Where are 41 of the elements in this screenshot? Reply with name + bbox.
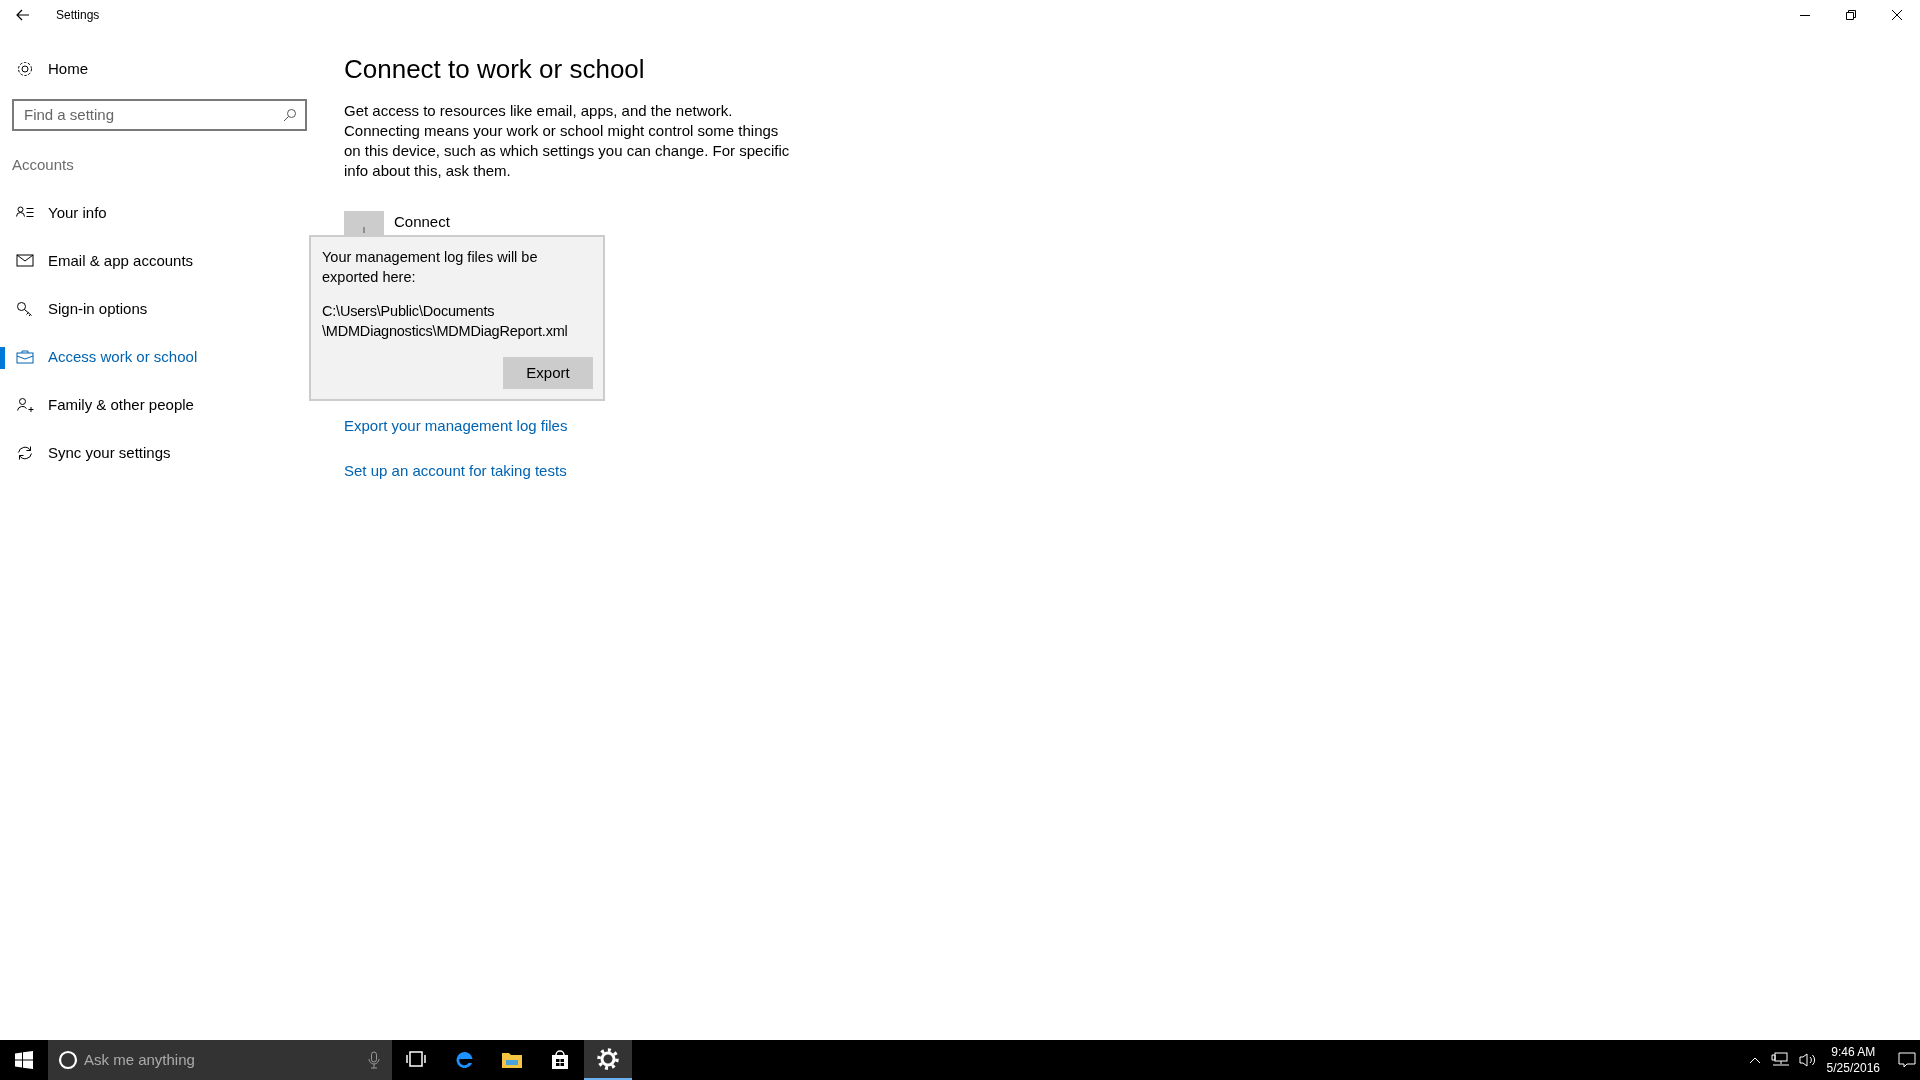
microphone-icon bbox=[368, 1051, 380, 1069]
taskbar-button[interactable] bbox=[584, 1040, 632, 1080]
page-heading: Connect to work or school bbox=[344, 54, 646, 86]
sidebar-item[interactable]: Your info bbox=[0, 189, 123, 237]
export-button[interactable]: Export bbox=[503, 357, 593, 389]
connect-label[interactable]: Connect bbox=[394, 211, 450, 234]
key-icon bbox=[16, 301, 34, 317]
selection-indicator bbox=[0, 347, 5, 369]
restore-icon bbox=[1845, 9, 1857, 21]
search-icon bbox=[283, 107, 297, 122]
clock[interactable]: 9:46 AM 5/25/2016 bbox=[1826, 1044, 1880, 1076]
link[interactable]: Set up an account for taking tests bbox=[344, 459, 567, 483]
sidebar-item[interactable]: Sign-in options bbox=[0, 285, 164, 333]
network-icon bbox=[1770, 1052, 1789, 1068]
sidebar-item[interactable]: Email & app accounts bbox=[0, 237, 210, 285]
taskbar-search-field[interactable]: Ask me anything bbox=[48, 1040, 392, 1080]
briefcase-icon bbox=[16, 349, 34, 365]
file-path-line: C:\Users\Public\Documents bbox=[322, 302, 496, 321]
section-title: Accounts bbox=[12, 154, 75, 175]
popup-message: Your management log files will be exported here: bbox=[322, 248, 539, 287]
person-plus-icon bbox=[16, 397, 34, 413]
sidebar-item[interactable]: Family & other people bbox=[0, 381, 210, 429]
cortana-icon bbox=[58, 1050, 78, 1070]
sync-icon bbox=[16, 445, 34, 461]
window-title: Settings bbox=[56, 7, 100, 24]
back-arrow-icon bbox=[16, 8, 30, 22]
sidebar-item[interactable]: Sync your settings bbox=[0, 429, 187, 477]
gear-icon bbox=[16, 60, 34, 79]
sidebar-item[interactable]: Access work or school bbox=[0, 333, 214, 381]
speaker-icon bbox=[1798, 1052, 1817, 1068]
home-link[interactable]: Home bbox=[0, 50, 104, 89]
notification-icon[interactable] bbox=[1898, 1052, 1916, 1068]
envelope-icon bbox=[16, 253, 34, 269]
description: Get access to resources like email, apps, and the network. Connecting means your work or school might control some things on this device, such as which settings you can change. For specific info about this, ask them. bbox=[344, 101, 791, 182]
link[interactable]: Export your management log files bbox=[344, 415, 568, 438]
windows-logo-icon bbox=[15, 1051, 33, 1069]
search-field[interactable]: Find a setting bbox=[12, 98, 307, 131]
close-icon bbox=[1891, 9, 1903, 21]
gear-icon bbox=[596, 1047, 620, 1071]
file-path-line: \MDMDiagnostics\MDMDiagReport.xml bbox=[322, 322, 569, 341]
chevron-up-icon bbox=[1748, 1056, 1761, 1064]
